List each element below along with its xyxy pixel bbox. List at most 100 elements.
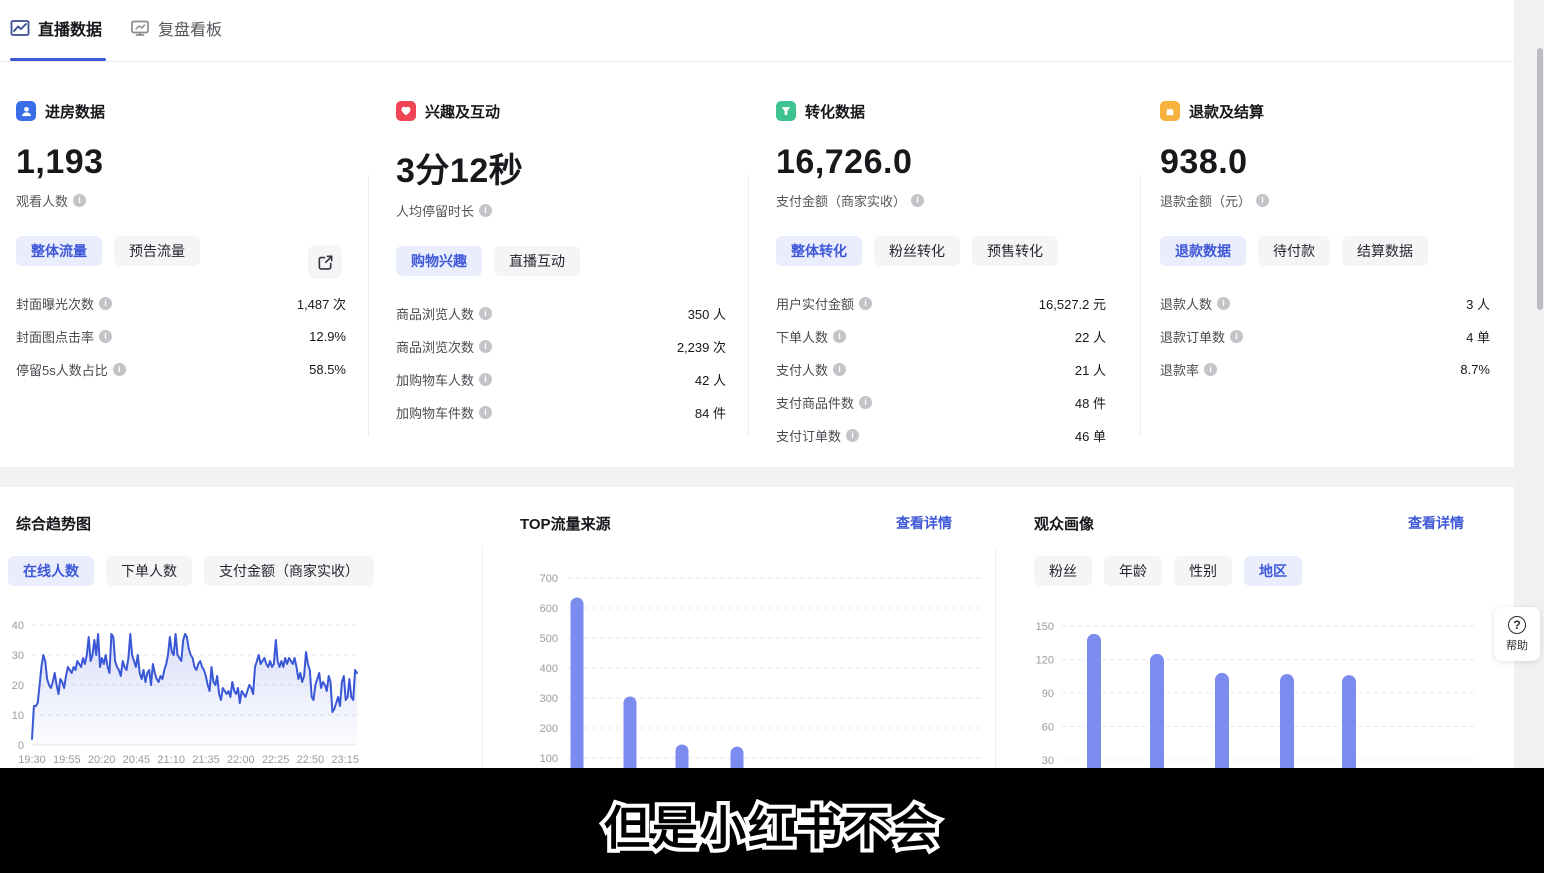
metric-value: 8.7% <box>1460 362 1490 377</box>
info-icon[interactable]: i <box>859 297 872 310</box>
svg-text:20: 20 <box>12 680 24 692</box>
pill-age[interactable]: 年龄 <box>1104 556 1162 586</box>
svg-text:200: 200 <box>540 723 558 735</box>
metric-row: 退款人数i 3 人 <box>1160 287 1490 320</box>
pill-order-users[interactable]: 下单人数 <box>106 556 192 586</box>
svg-text:700: 700 <box>540 573 558 585</box>
metric-label: 用户实付金额 <box>776 294 854 313</box>
card-room-entry: 进房数据 1,193 观看人数i 整体流量 预告流量 封面曝光次数i 1,487… <box>16 100 346 386</box>
metric-label: 停留5s人数占比 <box>16 360 108 379</box>
info-icon[interactable]: i <box>479 204 492 217</box>
metric-label: 支付人数 <box>776 360 828 379</box>
svg-text:21:10: 21:10 <box>157 754 185 766</box>
info-icon[interactable]: i <box>1230 330 1243 343</box>
card-refund-settlement: 退款及结算 938.0 退款金额（元）i 退款数据 待付款 结算数据 退款人数i… <box>1160 100 1490 386</box>
open-external-button[interactable] <box>308 245 342 279</box>
panel-divider <box>482 547 483 768</box>
metric-value: 12.9% <box>309 329 346 344</box>
pill-fan-conversion[interactable]: 粉丝转化 <box>874 236 960 266</box>
tab-review-board-label: 复盘看板 <box>158 16 222 40</box>
scrollbar-thumb[interactable] <box>1537 48 1543 310</box>
pill-settlement-data[interactable]: 结算数据 <box>1342 236 1428 266</box>
metric-value: 3 人 <box>1466 294 1490 313</box>
metric-label: 支付商品件数 <box>776 393 854 412</box>
svg-text:20:45: 20:45 <box>123 754 151 766</box>
metric-label: 退款率 <box>1160 360 1199 379</box>
pill-online-users[interactable]: 在线人数 <box>8 556 94 586</box>
info-icon[interactable]: i <box>859 396 872 409</box>
card-big-value: 3分12秒 <box>396 143 726 192</box>
info-icon[interactable]: i <box>1217 297 1230 310</box>
metric-row: 商品浏览人数i 350 人 <box>396 297 726 330</box>
svg-text:120: 120 <box>1036 655 1054 667</box>
pill-presale-conversion[interactable]: 预售转化 <box>972 236 1058 266</box>
trend-section-title: 综合趋势图 <box>16 513 91 534</box>
metric-row: 退款率 i 8.7% <box>1160 353 1490 386</box>
svg-text:40: 40 <box>12 620 24 632</box>
info-icon[interactable]: i <box>1256 194 1269 207</box>
audience-detail-link[interactable]: 查看详情 <box>1408 513 1464 533</box>
pill-overall-conversion[interactable]: 整体转化 <box>776 236 862 266</box>
info-icon[interactable]: i <box>833 330 846 343</box>
video-subtitle-bar: 但是小红书不会 但是小红书不会 <box>0 768 1544 873</box>
metric-value: 1,487 次 <box>297 294 346 313</box>
info-icon[interactable]: i <box>479 373 492 386</box>
tab-review-board[interactable]: 复盘看板 <box>130 16 222 40</box>
card-value-label: 人均停留时长 <box>396 201 474 220</box>
info-icon[interactable]: i <box>833 363 846 376</box>
bag-icon <box>1160 101 1180 121</box>
svg-text:21:35: 21:35 <box>192 754 220 766</box>
pill-preview-traffic[interactable]: 预告流量 <box>114 236 200 266</box>
metric-row: 加购物车人数i 42 人 <box>396 363 726 396</box>
metric-label: 封面曝光次数 <box>16 294 94 313</box>
pill-shopping-interest[interactable]: 购物兴趣 <box>396 246 482 276</box>
help-button[interactable]: ? 帮助 <box>1494 607 1540 661</box>
svg-text:30: 30 <box>12 650 24 662</box>
pill-pending-payment[interactable]: 待付款 <box>1258 236 1330 266</box>
metric-value: 2,239 次 <box>677 337 726 356</box>
metric-value: 4 单 <box>1466 327 1490 346</box>
metric-label: 商品浏览次数 <box>396 337 474 356</box>
metric-row: 退款订单数i 4 单 <box>1160 320 1490 353</box>
metric-row: 用户实付金额i 16,527.2 元 <box>776 287 1106 320</box>
metric-value: 350 人 <box>688 304 726 323</box>
metric-label: 下单人数 <box>776 327 828 346</box>
info-icon[interactable]: i <box>99 297 112 310</box>
pill-refund-data[interactable]: 退款数据 <box>1160 236 1246 266</box>
info-icon[interactable]: i <box>99 330 112 343</box>
board-icon <box>130 18 150 38</box>
tab-live-data-label: 直播数据 <box>38 16 102 40</box>
audience-section-title: 观众画像 <box>1034 513 1094 534</box>
svg-text:19:55: 19:55 <box>53 754 81 766</box>
info-icon[interactable]: i <box>479 406 492 419</box>
pill-payment-amount[interactable]: 支付金额（商家实收） <box>204 556 374 586</box>
svg-text:22:25: 22:25 <box>262 754 290 766</box>
pill-gender[interactable]: 性别 <box>1174 556 1232 586</box>
info-icon[interactable]: i <box>479 340 492 353</box>
heart-icon <box>396 101 416 121</box>
info-icon[interactable]: i <box>846 429 859 442</box>
pill-region[interactable]: 地区 <box>1244 556 1302 586</box>
active-tab-underline <box>10 58 106 61</box>
pill-overall-traffic[interactable]: 整体流量 <box>16 236 102 266</box>
metric-label: 加购物车人数 <box>396 370 474 389</box>
info-icon[interactable]: i <box>479 307 492 320</box>
info-icon[interactable]: i <box>73 194 86 207</box>
info-icon[interactable]: i <box>1204 363 1217 376</box>
metric-row: 支付订单数i 46 单 <box>776 419 1106 452</box>
pill-live-interaction[interactable]: 直播互动 <box>494 246 580 276</box>
svg-text:400: 400 <box>540 663 558 675</box>
funnel-icon <box>776 101 796 121</box>
pill-fans[interactable]: 粉丝 <box>1034 556 1092 586</box>
subtitle-text: 但是小红书不会 <box>0 792 1544 858</box>
svg-text:300: 300 <box>540 693 558 705</box>
card-big-value: 938.0 <box>1160 143 1490 182</box>
metric-value: 21 人 <box>1075 360 1106 379</box>
tab-live-data[interactable]: 直播数据 <box>10 16 102 40</box>
audience-pill-row: 粉丝 年龄 性别 地区 <box>1034 556 1302 586</box>
svg-text:10: 10 <box>12 710 24 722</box>
traffic-detail-link[interactable]: 查看详情 <box>896 513 952 533</box>
info-icon[interactable]: i <box>113 363 126 376</box>
info-icon[interactable]: i <box>911 194 924 207</box>
metric-value: 46 单 <box>1075 426 1106 445</box>
